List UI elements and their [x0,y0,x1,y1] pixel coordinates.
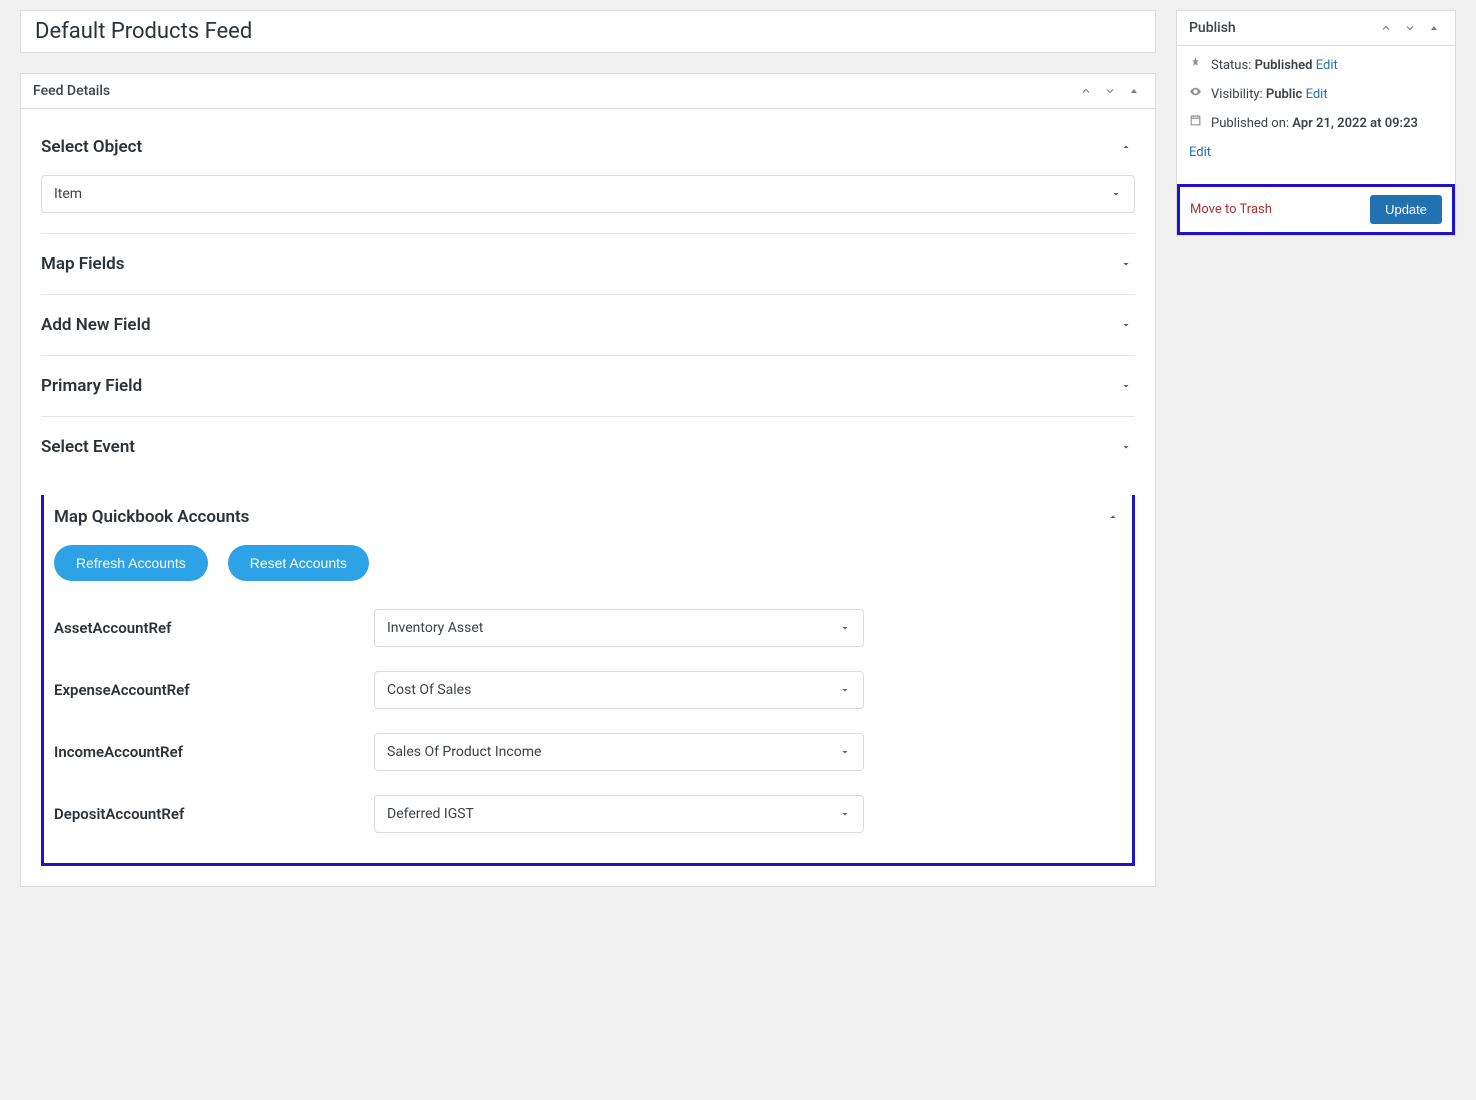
section-title: Map Fields [41,254,124,274]
section-add-new-field: Add New Field [41,294,1135,355]
refresh-accounts-button[interactable]: Refresh Accounts [54,545,208,581]
income-account-ref-select[interactable]: Sales Of Product Income [374,733,864,771]
panel-down-icon[interactable] [1401,19,1419,37]
published-label: Published on: [1211,116,1289,131]
caret-up-icon [1104,508,1122,526]
panel-collapse-icon[interactable] [1425,19,1443,37]
caret-down-icon [1117,316,1135,334]
field-row-expense: ExpenseAccountRef Cost Of Sales [54,671,1122,709]
feed-details-header: Feed Details [21,74,1155,109]
feed-details-panel: Feed Details Select Object Item [20,73,1156,887]
panel-collapse-icon[interactable] [1125,82,1143,100]
section-add-new-field-head[interactable]: Add New Field [41,315,1135,335]
asset-account-ref-select[interactable]: Inventory Asset [374,609,864,647]
section-select-event-head[interactable]: Select Event [41,437,1135,457]
caret-up-icon [1117,138,1135,156]
section-title: Select Object [41,137,142,157]
caret-down-icon [1117,255,1135,273]
expense-account-ref-select[interactable]: Cost Of Sales [374,671,864,709]
section-select-object: Select Object Item [41,117,1135,233]
post-title-input[interactable] [20,10,1156,53]
field-row-income: IncomeAccountRef Sales Of Product Income [54,733,1122,771]
section-map-fields-head[interactable]: Map Fields [41,254,1135,274]
expense-account-ref-label: ExpenseAccountRef [54,681,374,699]
asset-account-ref-label: AssetAccountRef [54,619,374,637]
publish-title: Publish [1189,20,1236,36]
section-select-event: Select Event [41,416,1135,477]
section-title: Primary Field [41,376,142,396]
section-primary-field-head[interactable]: Primary Field [41,376,1135,396]
publish-panel: Publish Status: Published Edit [1176,10,1456,236]
field-row-asset: AssetAccountRef Inventory Asset [54,609,1122,647]
status-value: Published [1255,58,1313,73]
visibility-value: Public [1266,87,1302,102]
visibility-label: Visibility: [1211,87,1263,102]
publish-header: Publish [1177,11,1455,46]
section-title: Select Event [41,437,135,457]
section-title: Map Quickbook Accounts [54,507,249,527]
panel-down-icon[interactable] [1101,82,1119,100]
pin-icon [1189,56,1203,69]
status-line: Status: Published Edit [1189,56,1443,75]
visibility-line: Visibility: Public Edit [1189,85,1443,104]
status-label: Status: [1211,58,1251,73]
section-map-fields: Map Fields [41,233,1135,294]
section-primary-field: Primary Field [41,355,1135,416]
caret-down-icon [1117,377,1135,395]
visibility-edit-link[interactable]: Edit [1306,87,1328,102]
feed-details-title: Feed Details [33,83,110,99]
select-object-dropdown[interactable]: Item [41,175,1135,213]
section-map-quickbook-accounts: Map Quickbook Accounts Refresh Accounts … [41,495,1135,866]
move-to-trash-link[interactable]: Move to Trash [1190,202,1272,217]
reset-accounts-button[interactable]: Reset Accounts [228,545,369,581]
income-account-ref-label: IncomeAccountRef [54,743,374,761]
field-row-deposit: DepositAccountRef Deferred IGST [54,795,1122,833]
deposit-account-ref-select[interactable]: Deferred IGST [374,795,864,833]
calendar-icon [1189,114,1203,127]
section-select-object-head[interactable]: Select Object [41,137,1135,157]
eye-icon [1189,85,1203,98]
update-button[interactable]: Update [1370,195,1442,224]
published-line: Published on: Apr 21, 2022 at 09:23 Edit [1189,114,1443,161]
section-title: Add New Field [41,315,151,335]
publish-actions: Move to Trash Update [1177,184,1455,235]
section-map-qb-head[interactable]: Map Quickbook Accounts [54,507,1122,527]
panel-up-icon[interactable] [1077,82,1095,100]
status-edit-link[interactable]: Edit [1316,58,1338,73]
published-edit-link[interactable]: Edit [1189,145,1211,160]
caret-down-icon [1117,438,1135,456]
deposit-account-ref-label: DepositAccountRef [54,805,374,823]
published-value: Apr 21, 2022 at 09:23 [1292,116,1418,131]
panel-up-icon[interactable] [1377,19,1395,37]
